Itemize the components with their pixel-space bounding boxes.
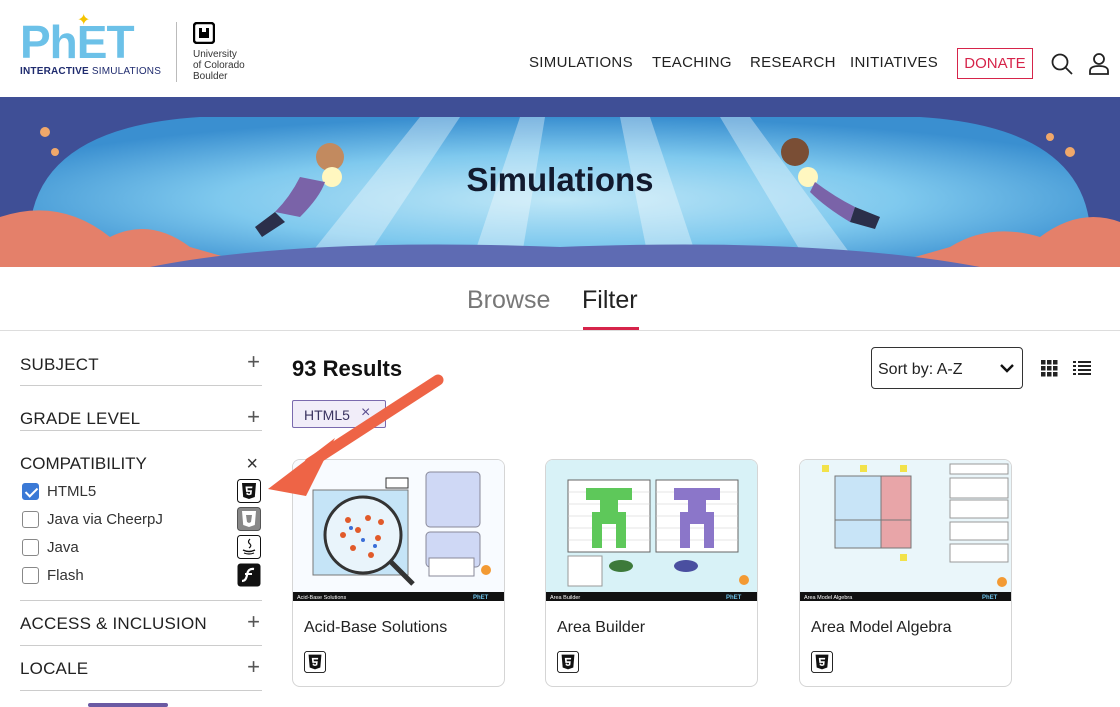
cu-icon xyxy=(192,21,256,47)
close-icon[interactable]: × xyxy=(361,404,370,422)
filter-section-access-inclusion[interactable]: ACCESS & INCLUSION + xyxy=(20,601,262,646)
list-view-icon[interactable] xyxy=(1073,360,1091,381)
thumb-footer-label: Area Builder xyxy=(550,595,580,601)
sim-title: Acid-Base Solutions xyxy=(304,619,448,636)
compat-option-label: HTML5 xyxy=(47,483,97,500)
donate-button[interactable]: DONATE xyxy=(957,48,1033,79)
university-line2: of Colorado xyxy=(193,60,245,71)
nav-research[interactable]: RESEARCH xyxy=(750,54,836,71)
search-icon[interactable] xyxy=(1050,52,1074,76)
collapse-icon[interactable]: × xyxy=(246,453,258,476)
sim-thumbnail: Area Builder PhET xyxy=(546,460,757,601)
thumb-footer-label: Area Model Algebra xyxy=(804,595,853,601)
html5-icon xyxy=(237,479,261,503)
compat-option-flash[interactable]: Flash xyxy=(20,560,262,588)
checkbox-cheerpj[interactable] xyxy=(22,511,39,528)
compat-option-label: Java via CheerpJ xyxy=(47,511,163,528)
scroll-indicator xyxy=(88,703,168,707)
svg-text:PhET: PhET xyxy=(982,595,998,601)
star-icon: ✦ xyxy=(77,12,91,29)
tagline-rest: SIMULATIONS xyxy=(88,66,162,77)
java-icon xyxy=(237,535,261,559)
university-line3: Boulder xyxy=(193,71,228,82)
filter-section-label: GRADE LEVEL xyxy=(20,409,141,428)
tab-filter[interactable]: Filter xyxy=(582,286,638,315)
html5-icon xyxy=(811,651,833,678)
chevron-down-icon xyxy=(999,360,1015,381)
expand-icon[interactable]: + xyxy=(247,406,260,428)
hero-banner: Simulations xyxy=(0,97,1120,267)
expand-icon[interactable]: + xyxy=(247,351,260,373)
cu-boulder-logo[interactable]: University of Colorado Boulder xyxy=(176,21,256,82)
filter-sidebar: SUBJECT + GRADE LEVEL + COMPATIBILITY × … xyxy=(20,331,262,691)
user-icon[interactable] xyxy=(1087,52,1111,76)
compat-option-java[interactable]: Java xyxy=(20,532,262,560)
compat-option-label: Java xyxy=(47,539,79,556)
sort-label: Sort by: A-Z xyxy=(878,361,963,378)
sim-thumbnail: Acid-Base Solutions PhET xyxy=(293,460,504,601)
flash-icon xyxy=(237,563,261,587)
checkbox-java[interactable] xyxy=(22,539,39,556)
html5-icon xyxy=(557,651,579,678)
top-bar: PhET ✦ INTERACTIVE SIMULATIONS Universit… xyxy=(0,0,1120,97)
nav-teaching[interactable]: TEACHING xyxy=(652,54,732,71)
filter-section-label: LOCALE xyxy=(20,659,89,678)
phet-app: PhET ✦ INTERACTIVE SIMULATIONS Universit… xyxy=(0,0,1120,707)
compat-option-cheerpj[interactable]: Java via CheerpJ xyxy=(20,504,262,532)
filter-section-subject[interactable]: SUBJECT + xyxy=(20,331,262,386)
phet-tagline: INTERACTIVE SIMULATIONS xyxy=(20,66,161,77)
checkbox-flash[interactable] xyxy=(22,567,39,584)
nav-initiatives[interactable]: INITIATIVES xyxy=(850,54,938,71)
filter-section-grade-level[interactable]: GRADE LEVEL + xyxy=(20,386,262,431)
expand-icon[interactable]: + xyxy=(247,611,260,633)
sim-card-area-builder[interactable]: Area Builder PhET Area Builder xyxy=(545,459,758,687)
expand-icon[interactable]: + xyxy=(247,656,260,678)
active-filter-label: HTML5 xyxy=(304,407,350,423)
university-line1: University xyxy=(193,49,237,60)
sim-card-acid-base-solutions[interactable]: Acid-Base Solutions PhET Acid-Base Solut… xyxy=(292,459,505,687)
compat-option-label: Flash xyxy=(47,567,84,584)
svg-text:PhET: PhET xyxy=(473,595,489,601)
filter-section-locale[interactable]: LOCALE + xyxy=(20,646,262,691)
active-filter-chip[interactable]: HTML5 × xyxy=(292,400,386,428)
compat-option-html5[interactable]: HTML5 xyxy=(20,476,262,504)
tagline-bold: INTERACTIVE xyxy=(20,66,89,77)
filter-section-label: SUBJECT xyxy=(20,355,99,374)
tab-browse[interactable]: Browse xyxy=(467,286,550,315)
compatibility-header[interactable]: COMPATIBILITY × xyxy=(20,431,262,476)
sort-select[interactable]: Sort by: A-Z xyxy=(871,347,1023,389)
active-tab-indicator xyxy=(583,327,639,330)
sim-card-area-model-algebra[interactable]: Area Model Algebra PhET Area Model Algeb… xyxy=(799,459,1012,687)
view-tabs: Browse Filter xyxy=(0,267,1120,331)
results-count: 93 Results xyxy=(292,356,403,381)
sim-title: Area Builder xyxy=(557,619,646,636)
sim-thumbnail: Area Model Algebra PhET xyxy=(800,460,1011,601)
filter-section-compatibility: COMPATIBILITY × HTML5 Java via CheerpJ J… xyxy=(20,431,262,601)
page-title: Simulations xyxy=(466,161,654,198)
filter-section-label: ACCESS & INCLUSION xyxy=(20,614,207,633)
cheerpj-icon xyxy=(237,507,261,531)
svg-text:PhET: PhET xyxy=(726,595,742,601)
checkbox-html5[interactable] xyxy=(22,483,39,500)
thumb-footer-label: Acid-Base Solutions xyxy=(297,595,346,601)
sim-title: Area Model Algebra xyxy=(811,619,952,636)
html5-icon xyxy=(304,651,326,678)
nav-simulations[interactable]: SIMULATIONS xyxy=(529,54,633,71)
filter-section-label: COMPATIBILITY xyxy=(20,454,147,473)
grid-view-icon[interactable] xyxy=(1041,360,1058,382)
